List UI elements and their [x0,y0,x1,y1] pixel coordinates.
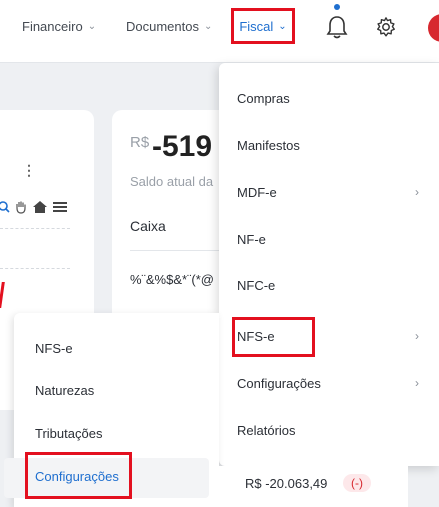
menu-item-manifestos[interactable]: Manifestos [237,138,300,153]
menu-item-label: Compras [237,91,290,106]
menu-item-label: MDF-e [237,185,277,200]
column-header-caixa: Caixa [130,218,166,234]
menu-item-nfe[interactable]: NF-e [237,232,266,247]
more-options-icon[interactable]: ⋮ [22,162,36,179]
menu-item-label: Configurações [237,376,321,391]
menu-item-configuracoes[interactable]: Configurações [237,376,321,391]
menu-item-compras[interactable]: Compras [237,91,290,106]
chevron-right-icon: › [415,329,419,343]
highlight-box-configuracoes [25,452,132,499]
menu-item-label: NF-e [237,232,266,247]
menu-item-label: NFC-e [237,278,276,293]
nav-fiscal-label: Fiscal [239,18,274,34]
menu-item-mdfe[interactable]: MDF-e [237,185,277,200]
card-toolbar [0,200,68,214]
chevron-right-icon: › [415,185,419,199]
nav-financeiro[interactable]: Financeiro ⌄ [22,19,96,34]
gear-icon[interactable] [375,16,397,38]
nav-documentos[interactable]: Documentos ⌄ [126,19,212,34]
nav-documentos-label: Documentos [126,19,199,34]
list-item: %¨&%$&*¨(*@ [130,272,214,287]
divider [0,228,70,229]
currency-symbol: R$ [130,134,150,151]
menu-item-nfce[interactable]: NFC-e [237,278,275,293]
chevron-down-icon: ⌄ [203,21,213,32]
status-badge: (-) [343,474,371,492]
submenu-item-nfse[interactable]: NFS-e [35,341,73,356]
notification-dot [334,4,340,10]
balance-value: -519 [152,130,213,163]
chevron-down-icon: ⌄ [278,20,287,32]
table-row: R$ -20.063,49 (-) [219,466,408,507]
hand-icon[interactable] [14,200,28,214]
menu-icon[interactable] [52,200,68,214]
search-icon[interactable] [0,200,10,214]
divider [130,250,222,251]
submenu-item-naturezas[interactable]: Naturezas [35,383,94,398]
fiscal-dropdown-menu: Compras Manifestos MDF-e › NF-e NFC-e NF… [219,63,439,466]
balance-label: Saldo atual da [130,174,214,189]
menu-item-label: Relatórios [237,423,296,438]
avatar[interactable] [428,14,439,42]
top-navigation-bar: Financeiro ⌄ Documentos ⌄ Fiscal ⌄ [0,0,439,63]
menu-item-label: Manifestos [237,138,300,153]
divider [0,268,70,269]
transaction-amount: R$ -20.063,49 [245,476,328,491]
nav-fiscal[interactable]: Fiscal ⌄ [231,8,295,44]
home-icon[interactable] [32,200,48,214]
bell-icon[interactable] [326,15,348,39]
chevron-down-icon: ⌄ [87,21,97,32]
submenu-item-tributacoes[interactable]: Tributações [35,426,102,441]
chevron-right-icon: › [415,376,419,390]
nav-financeiro-label: Financeiro [22,19,83,34]
highlight-box-nfse [232,317,315,357]
menu-item-relatorios[interactable]: Relatórios [237,423,296,438]
